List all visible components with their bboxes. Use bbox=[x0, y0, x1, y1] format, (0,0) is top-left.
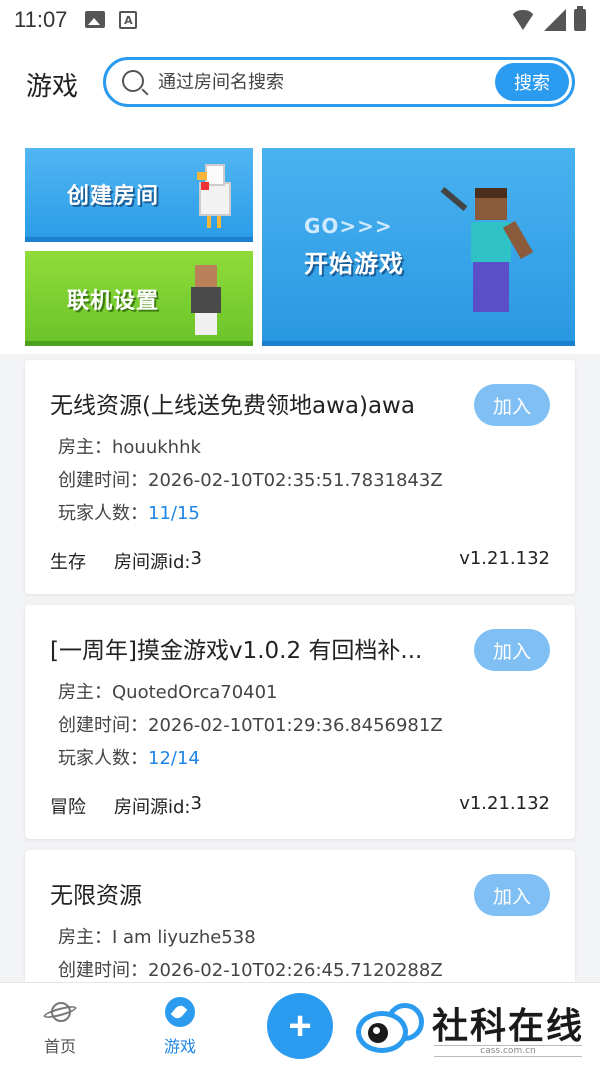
search-button[interactable]: 搜索 bbox=[495, 63, 569, 101]
multiplayer-settings-banner[interactable]: 联机设置 bbox=[25, 251, 253, 346]
room-card[interactable]: 无限资源 加入 房主：I am liyuzhe538 创建时间：2026-02-… bbox=[25, 850, 575, 990]
created-label: 创建时间： bbox=[58, 715, 148, 736]
created-value: 2026-02-10T01:29:36.8456981Z bbox=[148, 715, 443, 736]
banner-area: 创建房间 联机设置 GO>>> 开始游戏 bbox=[0, 132, 600, 354]
join-button[interactable]: 加入 bbox=[474, 629, 550, 671]
watermark-text: 社科在线 bbox=[432, 1006, 585, 1047]
host-label: 房主： bbox=[58, 437, 112, 458]
players-value: 12/14 bbox=[148, 748, 200, 769]
battery-icon bbox=[574, 6, 586, 31]
wifi-icon bbox=[510, 10, 536, 30]
room-host: 房主：QuotedOrca70401 bbox=[58, 678, 278, 704]
create-room-banner[interactable]: 创建房间 bbox=[25, 148, 253, 242]
room-created: 创建时间：2026-02-10T02:35:51.7831843Z bbox=[58, 466, 443, 492]
room-players: 玩家人数：12/14 bbox=[58, 744, 200, 770]
room-version: v1.21.132 bbox=[459, 793, 550, 814]
nav-games[interactable]: 游戏 bbox=[145, 997, 215, 1057]
cell-signal-icon bbox=[544, 9, 566, 31]
compass-icon bbox=[165, 997, 195, 1027]
text-notification-icon: A bbox=[119, 11, 138, 29]
room-source-label: 房间源id: bbox=[114, 552, 191, 573]
host-value: QuotedOrca70401 bbox=[112, 682, 278, 703]
room-mode: 冒险 bbox=[50, 797, 86, 818]
nav-home-label: 首页 bbox=[43, 1037, 76, 1056]
room-created: 创建时间：2026-02-10T02:26:45.7120288Z bbox=[58, 956, 443, 982]
room-name: 无限资源 bbox=[50, 883, 142, 909]
steve-icon bbox=[440, 187, 534, 318]
host-label: 房主： bbox=[58, 682, 112, 703]
created-value: 2026-02-10T02:26:45.7120288Z bbox=[148, 960, 443, 981]
room-created: 创建时间：2026-02-10T01:29:36.8456981Z bbox=[58, 711, 443, 737]
room-players: 玩家人数：11/15 bbox=[58, 499, 200, 525]
status-time: 11:07 bbox=[14, 7, 68, 32]
nav-home[interactable]: 首页 bbox=[25, 997, 95, 1057]
room-name: [一周年]摸金游戏v1.0.2 有回档补... bbox=[50, 638, 423, 664]
room-mode: 生存 bbox=[50, 552, 86, 573]
players-label: 玩家人数： bbox=[58, 503, 148, 524]
players-label: 玩家人数： bbox=[58, 748, 148, 769]
host-value: houukhhk bbox=[112, 437, 201, 458]
chicken-icon bbox=[191, 160, 231, 230]
go-label: GO>>> bbox=[304, 214, 393, 238]
room-card[interactable]: [一周年]摸金游戏v1.0.2 有回档补... 加入 房主：QuotedOrca… bbox=[25, 605, 575, 839]
nav-games-label: 游戏 bbox=[163, 1037, 196, 1056]
room-source-id: 3 bbox=[190, 793, 202, 814]
page-title: 游戏 bbox=[26, 72, 79, 102]
planet-icon bbox=[42, 997, 78, 1027]
host-value: I am liyuzhe538 bbox=[112, 927, 256, 948]
start-game-label: 开始游戏 bbox=[304, 250, 404, 278]
watermark-logo: 社科在线 cass.com.cn bbox=[352, 995, 592, 1063]
search-box[interactable]: 搜索 bbox=[103, 57, 575, 107]
host-label: 房主： bbox=[58, 927, 112, 948]
room-host: 房主：I am liyuzhe538 bbox=[58, 923, 256, 949]
created-label: 创建时间： bbox=[58, 470, 148, 491]
add-room-button[interactable]: + bbox=[267, 993, 333, 1059]
multiplayer-settings-label: 联机设置 bbox=[67, 289, 160, 314]
room-card[interactable]: 无线资源(上线送免费领地awa)awa 加入 房主：houukhhk 创建时间：… bbox=[25, 360, 575, 594]
start-game-banner[interactable]: GO>>> 开始游戏 bbox=[262, 148, 575, 346]
players-value: 11/15 bbox=[148, 503, 200, 524]
room-footer: 生存 房间源id: 3 v1.21.132 bbox=[50, 548, 550, 574]
room-footer: 冒险 房间源id: 3 v1.21.132 bbox=[50, 793, 550, 819]
join-button[interactable]: 加入 bbox=[474, 874, 550, 916]
join-button[interactable]: 加入 bbox=[474, 384, 550, 426]
room-host: 房主：houukhhk bbox=[58, 433, 201, 459]
header: 游戏 搜索 bbox=[0, 40, 600, 132]
create-room-label: 创建房间 bbox=[67, 184, 160, 209]
room-source-label: 房间源id: bbox=[114, 797, 191, 818]
status-bar: 11:07 A bbox=[0, 0, 600, 40]
watermark-subtext: cass.com.cn bbox=[434, 1045, 582, 1057]
room-name: 无线资源(上线送免费领地awa)awa bbox=[50, 393, 415, 419]
search-input[interactable] bbox=[158, 68, 478, 96]
image-notification-icon bbox=[85, 11, 106, 28]
created-label: 创建时间： bbox=[58, 960, 148, 981]
created-value: 2026-02-10T02:35:51.7831843Z bbox=[148, 470, 443, 491]
search-icon bbox=[122, 70, 144, 92]
cloud-eye-icon bbox=[356, 999, 424, 1055]
villager-icon bbox=[191, 265, 221, 337]
room-version: v1.21.132 bbox=[459, 548, 550, 569]
room-source-id: 3 bbox=[190, 548, 202, 569]
